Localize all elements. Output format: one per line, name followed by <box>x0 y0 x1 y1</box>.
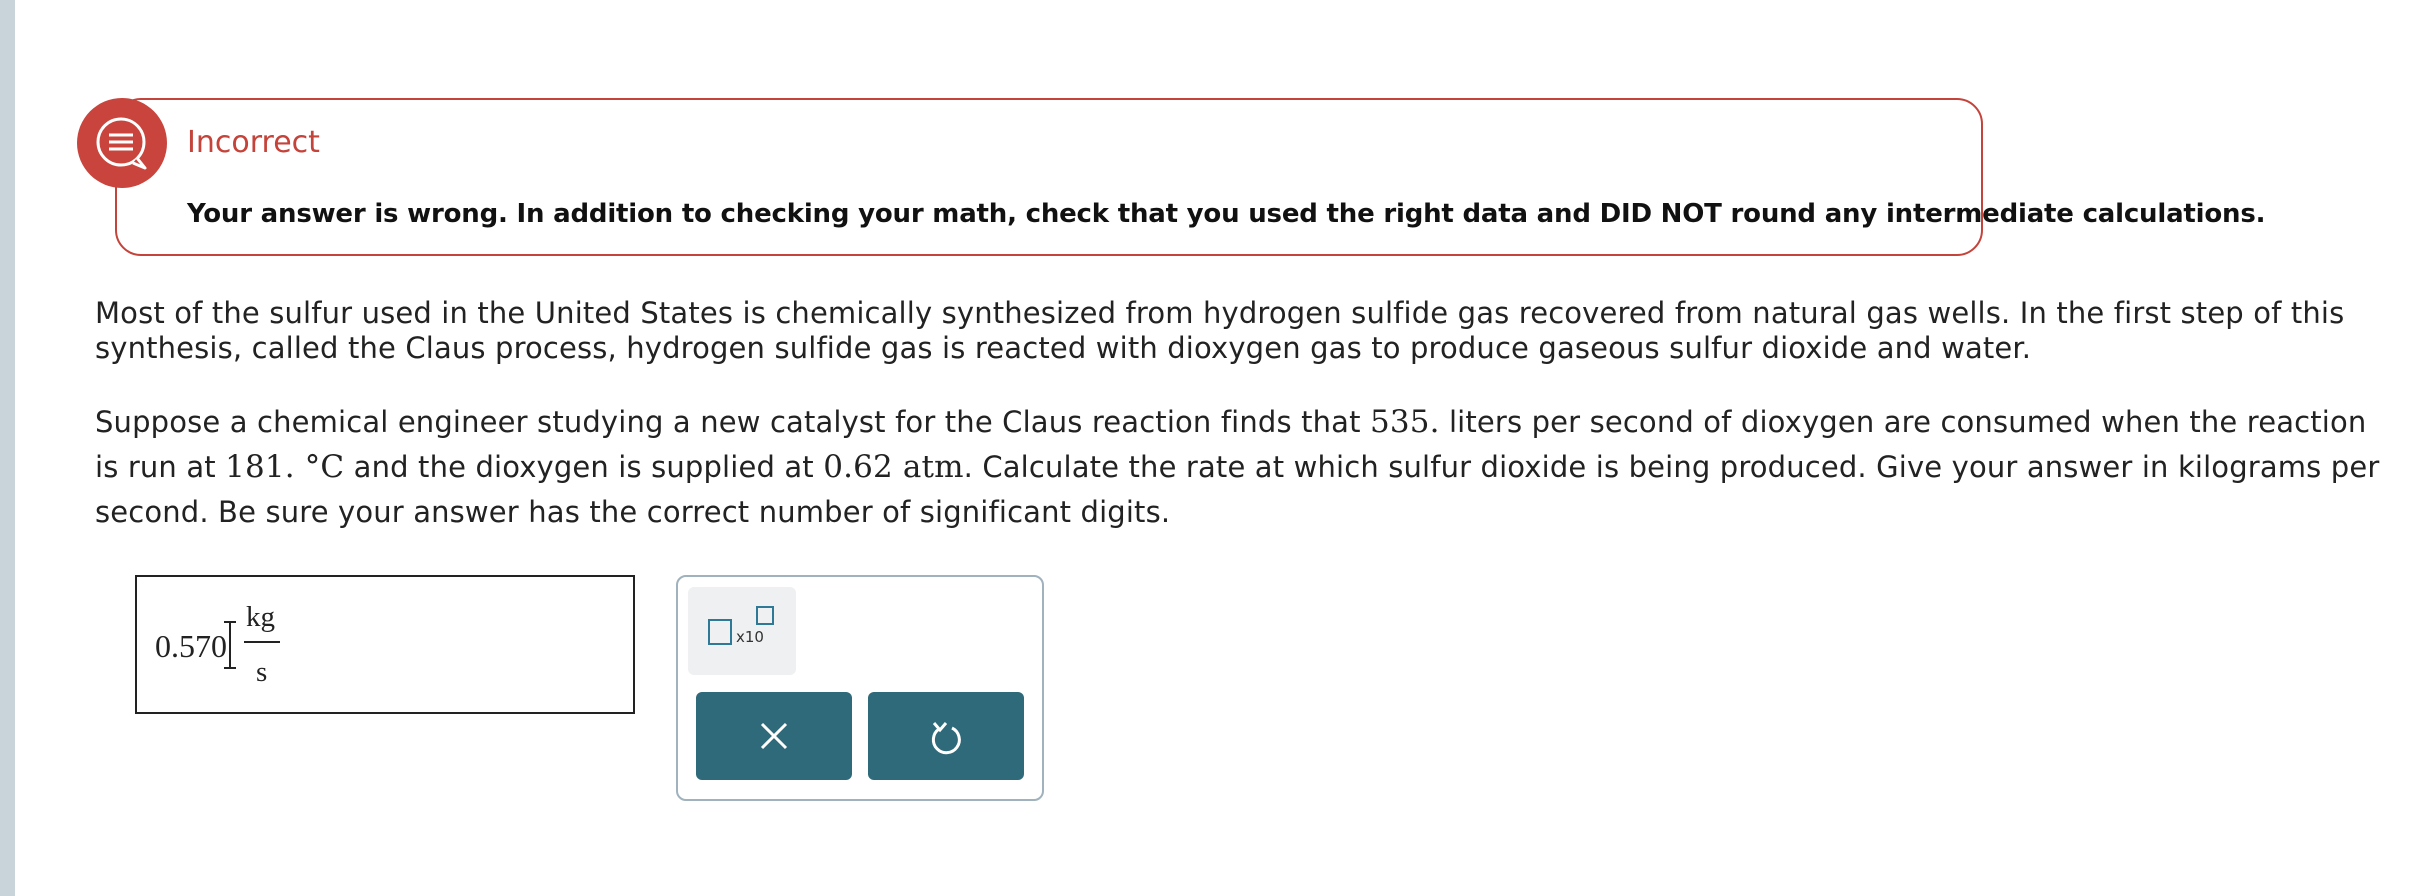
unit-denominator: s <box>256 656 268 688</box>
rate-value: 535. <box>1369 404 1440 440</box>
fraction-bar <box>244 641 280 643</box>
feedback-box <box>115 98 1983 256</box>
clear-button[interactable] <box>696 692 852 780</box>
base-box-icon <box>708 619 732 645</box>
question-paragraph-2: Suppose a chemical engineer studying a n… <box>95 400 2395 535</box>
text-cursor <box>224 621 236 669</box>
exponent-box-icon <box>756 606 774 625</box>
temperature-value: 181. °C <box>225 449 345 485</box>
question-paragraph-1: Most of the sulfur used in the United St… <box>95 296 2345 365</box>
close-icon <box>760 722 788 750</box>
left-edge-bar <box>0 0 15 896</box>
answer-value: 0.570 <box>155 628 227 664</box>
x10-label: x10 <box>736 628 764 646</box>
unit-numerator: kg <box>246 601 275 633</box>
question-text: Suppose a chemical engineer studying a n… <box>95 405 1370 439</box>
question-text: and the dioxygen is supplied at <box>344 450 824 484</box>
feedback-title: Incorrect <box>187 125 320 160</box>
undo-icon <box>931 722 961 755</box>
undo-button[interactable] <box>868 692 1024 780</box>
feedback-message: Your answer is wrong. In addition to che… <box>187 199 2266 229</box>
chat-bubble-icon <box>77 98 167 188</box>
pressure-value: 0.62 atm <box>823 449 964 485</box>
scientific-notation-button[interactable]: x10 <box>688 587 796 675</box>
